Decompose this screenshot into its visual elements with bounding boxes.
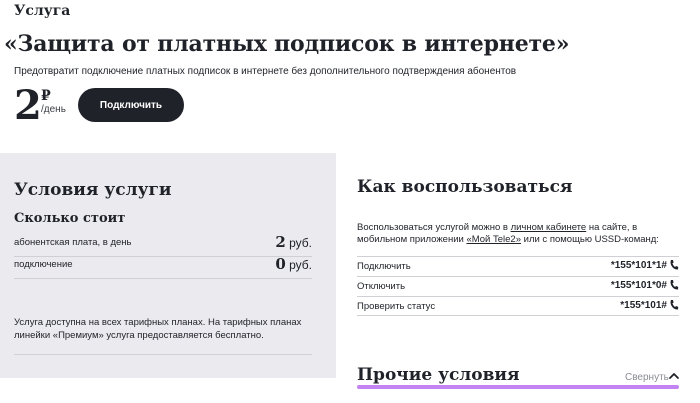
cost-row-monthly: абонентская плата, в день 2 руб. — [14, 233, 312, 257]
ussd-label: Проверить статус — [357, 301, 436, 312]
howto-title: Как воспользоваться — [357, 177, 573, 197]
other-conditions-title: Прочие условия — [357, 365, 520, 385]
other-conditions-accent-line — [357, 385, 679, 389]
phone-icon[interactable] — [669, 259, 679, 271]
cost-row-connection: подключение 0 руб. — [14, 255, 312, 279]
breadcrumb: Услуга — [14, 3, 71, 19]
ussd-row-connect: Подключить *155*101*1# — [357, 256, 679, 276]
conditions-panel: Условия услуги Сколько стоит абонентская… — [0, 153, 336, 378]
phone-icon[interactable] — [669, 279, 679, 291]
howto-description: Воспользоваться услугой можно в личном к… — [357, 222, 659, 245]
price-currency: ₽ — [41, 88, 51, 104]
cost-row-value: 0 руб. — [275, 255, 312, 273]
cost-row-label: подключение — [14, 259, 73, 270]
price-unit: /день — [41, 104, 66, 115]
my-tele2-app-link[interactable]: «Мой Tele2» — [466, 234, 521, 245]
conditions-title: Условия услуги — [14, 180, 172, 200]
cost-heading: Сколько стоит — [14, 211, 126, 226]
ussd-code: *155*101*0# — [610, 280, 667, 291]
personal-cabinet-link[interactable]: личном кабинете — [511, 222, 587, 233]
ussd-code: *155*101*1# — [610, 260, 667, 271]
cost-row-label: абонентская плата, в день — [14, 237, 132, 248]
ussd-label: Подключить — [357, 261, 411, 272]
ussd-label: Отключить — [357, 281, 406, 292]
service-description: Предотвратит подключение платных подписо… — [14, 66, 517, 77]
phone-icon[interactable] — [669, 299, 679, 311]
ussd-row-disconnect: Отключить *155*101*0# — [357, 276, 679, 296]
connect-button[interactable]: Подключить — [78, 88, 184, 122]
chevron-up-icon[interactable] — [668, 371, 680, 381]
ussd-code: *155*101# — [620, 300, 667, 311]
availability-note: Услуга доступна на всех тарифных планах.… — [14, 316, 312, 355]
collapse-toggle[interactable]: Свернуть — [625, 372, 669, 383]
page-title: «Защита от платных подписок в интернете» — [4, 31, 570, 57]
ussd-row-status: Проверить статус *155*101# — [357, 296, 679, 316]
price-amount: 2 — [14, 82, 42, 129]
cost-row-value: 2 руб. — [275, 233, 312, 251]
